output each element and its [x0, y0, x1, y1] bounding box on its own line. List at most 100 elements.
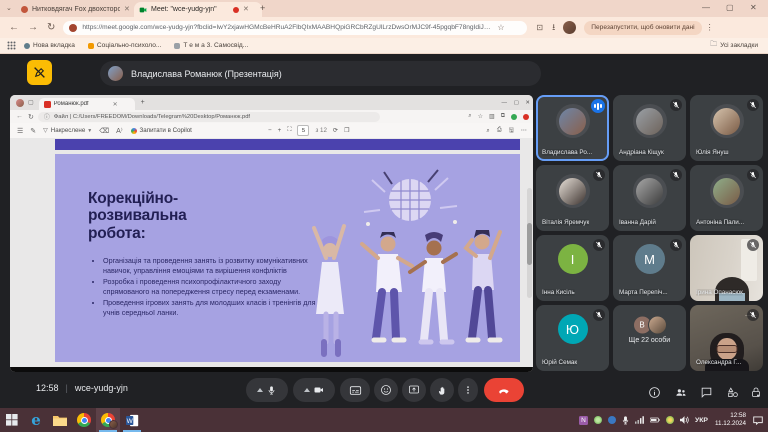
erase-icon[interactable]: ⌫ — [99, 127, 109, 135]
edge-back-icon[interactable]: ← — [16, 113, 23, 120]
captions-button[interactable] — [340, 378, 370, 402]
participants-button[interactable] — [674, 386, 688, 399]
edge-maximize-button[interactable]: ▢ — [514, 100, 519, 106]
activities-button[interactable] — [726, 386, 740, 399]
taskbar-chrome[interactable] — [72, 408, 96, 432]
browser-tab-meet[interactable]: Meet: "wce-yudg-yjn" ✕ — [134, 2, 262, 17]
download-icon[interactable]: ⭳ — [552, 20, 555, 36]
bookmark-star-icon[interactable]: ☆ — [497, 23, 504, 32]
draw-label[interactable]: Накреслене — [51, 127, 86, 134]
zoom-in-icon[interactable]: + — [278, 127, 282, 134]
tab-search-caret-icon[interactable]: ⌄ — [6, 4, 12, 12]
participant-tile[interactable]: ІІнна Кисіль — [536, 235, 609, 301]
reactions-button[interactable] — [374, 378, 398, 402]
host-controls-button[interactable] — [750, 386, 762, 399]
network-icon[interactable] — [635, 416, 644, 424]
forward-icon[interactable]: → — [28, 22, 38, 33]
profile-avatar[interactable] — [563, 21, 576, 34]
participant-tile[interactable]: Іванна Дарій — [613, 165, 686, 231]
highlight-icon[interactable]: ▽ — [43, 127, 48, 134]
read-aloud-icon[interactable]: A⁾ — [116, 127, 122, 135]
action-center-icon[interactable] — [753, 416, 763, 425]
all-bookmarks-button[interactable]: 🗀 Усі закладки — [710, 40, 758, 51]
edge-reload-icon[interactable]: ↻ — [28, 113, 34, 121]
apps-grid-icon[interactable] — [7, 41, 16, 50]
taskbar-chrome-profile[interactable] — [96, 408, 120, 432]
window-maximize-button[interactable]: ▢ — [726, 3, 734, 12]
edge-extension-icon[interactable] — [511, 114, 517, 120]
start-button[interactable] — [0, 408, 24, 432]
antivirus-icon[interactable] — [666, 416, 674, 424]
participant-tile[interactable]: Ірина Опанасюк — [690, 235, 763, 301]
participant-tile[interactable]: ММарта Перепіч... — [613, 235, 686, 301]
participant-tile[interactable]: Андріана Кіщук — [613, 95, 686, 161]
participant-tile[interactable]: Антоніна Пали... — [690, 165, 763, 231]
edge-search-icon[interactable]: ⌕ — [468, 113, 471, 120]
present-screen-button[interactable] — [402, 378, 426, 402]
annotation-off-button[interactable] — [27, 60, 52, 85]
camera-button[interactable] — [293, 378, 335, 402]
edge-collections-icon[interactable]: ▥ — [489, 113, 495, 120]
participant-tile[interactable]: ВЩе 22 особи — [613, 305, 686, 371]
tab-groups-icon[interactable]: ⊡ — [536, 23, 543, 32]
page-number-input[interactable]: 5 — [297, 125, 309, 136]
draw-icon[interactable]: ✎ — [30, 127, 36, 135]
pdf-more-icon[interactable]: ⋯ — [521, 127, 527, 134]
participant-tile[interactable]: Юлія Януш — [690, 95, 763, 161]
taskbar-word[interactable]: W — [120, 408, 144, 432]
bookmark-item[interactable]: Т е м а 3. Самосвід... — [174, 42, 248, 49]
zoom-out-icon[interactable]: − — [268, 127, 272, 134]
pdf-scrollbar[interactable] — [527, 188, 532, 298]
fit-page-icon[interactable]: ⛶ — [287, 127, 291, 134]
new-tab-button[interactable]: + — [260, 3, 265, 13]
participant-tile[interactable]: Олександра Г... — [690, 305, 763, 371]
chat-button[interactable] — [700, 386, 713, 399]
edge-pdf-tab[interactable]: Романюк.pdf ✕ — [39, 98, 135, 110]
chrome-menu-icon[interactable]: ⋮ — [706, 23, 714, 32]
back-icon[interactable]: ← — [9, 22, 19, 33]
window-minimize-button[interactable]: — — [702, 3, 710, 12]
site-info-icon[interactable] — [69, 24, 77, 32]
reload-icon[interactable]: ↻ — [47, 22, 55, 33]
end-call-button[interactable] — [484, 378, 524, 402]
microphone-button[interactable] — [246, 378, 288, 402]
rotate-icon[interactable]: ⟳ — [333, 127, 338, 134]
browser-tab-1[interactable]: Нитковдягач Fox двохсторон... ✕ — [16, 2, 142, 17]
tray-mic-icon[interactable] — [622, 416, 629, 425]
bluetooth-icon[interactable] — [608, 416, 616, 424]
tab-actions-icon[interactable]: ▢ — [28, 99, 34, 106]
edge-favorites-icon[interactable]: ☆ — [478, 113, 483, 120]
clock[interactable]: 12:58 11.12.2024 — [715, 412, 746, 428]
mic-options-chevron-icon[interactable] — [257, 388, 263, 392]
toc-icon[interactable]: ☰ — [17, 127, 23, 135]
app-tray-icon[interactable] — [594, 416, 602, 424]
address-bar[interactable]: https://meet.google.com/wce-yudg-yjn?fbc… — [63, 21, 527, 35]
restart-to-update-button[interactable]: Перезапустити, щоб оновити дані — [584, 21, 701, 35]
print-icon[interactable]: ⎙ — [497, 127, 502, 134]
battery-icon[interactable] — [650, 417, 660, 423]
taskbar-explorer[interactable] — [48, 408, 72, 432]
participant-tile[interactable]: Віталія Яремчук — [536, 165, 609, 231]
edge-minimize-button[interactable]: — — [502, 100, 508, 106]
language-indicator[interactable]: УКР — [695, 417, 708, 424]
more-options-button[interactable] — [458, 378, 478, 402]
edge-address-bar[interactable]: ⓘ Файл | C:/Users/FREEDOM/Downloads/Tele… — [38, 112, 380, 122]
taskbar-edge[interactable]: e — [24, 408, 48, 432]
bookmark-item[interactable]: Соціально-психоло... — [88, 42, 162, 49]
edge-browser-essentials-icon[interactable] — [523, 114, 529, 120]
edge-profile-icon[interactable] — [16, 99, 24, 107]
window-close-button[interactable]: ✕ — [750, 3, 757, 12]
tab2-close-icon[interactable]: ✕ — [243, 6, 249, 13]
participant-tile[interactable]: ЮЮрій Семак — [536, 305, 609, 371]
edge-close-button[interactable]: ✕ — [525, 100, 530, 106]
raise-hand-button[interactable] — [430, 378, 454, 402]
page-view-icon[interactable]: ❐ — [344, 127, 349, 134]
save-icon[interactable]: 🖫 — [509, 126, 514, 136]
tab1-close-icon[interactable]: ✕ — [124, 6, 130, 13]
participant-tile[interactable]: Владислава Ро... — [536, 95, 609, 161]
meeting-details-button[interactable] — [648, 386, 661, 399]
volume-icon[interactable] — [680, 416, 689, 424]
edge-split-icon[interactable]: ⧉ — [501, 113, 505, 120]
onenote-tray-icon[interactable]: N — [579, 416, 588, 425]
pdf-search-icon[interactable]: ⌕ — [486, 127, 489, 135]
